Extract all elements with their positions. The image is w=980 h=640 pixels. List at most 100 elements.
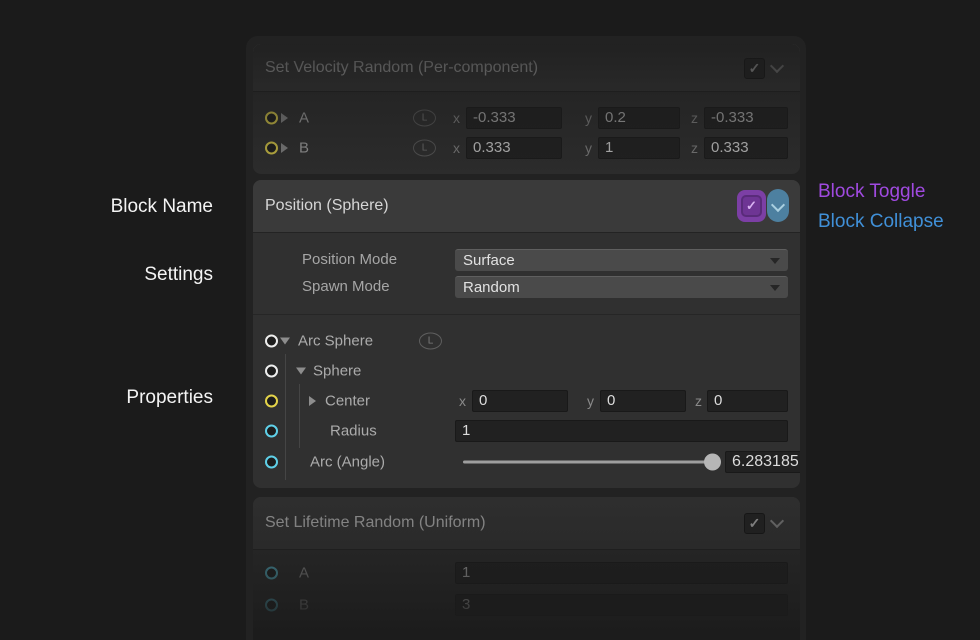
indent-guide bbox=[285, 384, 286, 418]
y-value-field[interactable]: 0 bbox=[600, 390, 686, 412]
annotation-block-name: Block Name bbox=[0, 196, 213, 218]
property-row-b: B 3 bbox=[253, 592, 800, 618]
y-value-field[interactable]: 0.2 bbox=[598, 107, 680, 129]
block-body: Position Mode Surface Spawn Mode Random … bbox=[253, 233, 800, 488]
indent-guide bbox=[285, 414, 286, 448]
port-icon[interactable] bbox=[265, 456, 278, 469]
property-row-a: A 1 bbox=[253, 560, 800, 586]
property-row-b: B L x 0.333 y 1 z 0.333 bbox=[253, 135, 800, 161]
property-label: Radius bbox=[330, 423, 377, 440]
arc-slider-handle[interactable] bbox=[704, 454, 721, 471]
dropdown-value: Random bbox=[463, 279, 520, 296]
expander-arrow-icon[interactable] bbox=[281, 113, 288, 123]
local-space-icon[interactable]: L bbox=[413, 140, 436, 157]
z-value-field[interactable]: 0 bbox=[707, 390, 788, 412]
expander-arrow-icon[interactable] bbox=[281, 143, 288, 153]
axis-y-label: y bbox=[585, 140, 592, 156]
chevron-down-icon[interactable] bbox=[770, 514, 784, 528]
x-value-field[interactable]: 0.333 bbox=[466, 137, 562, 159]
property-label: A bbox=[299, 110, 309, 127]
local-space-icon[interactable]: L bbox=[419, 333, 442, 350]
property-label: B bbox=[299, 140, 309, 157]
x-value-field[interactable]: -0.333 bbox=[466, 107, 562, 129]
block-title: Position (Sphere) bbox=[265, 197, 389, 215]
chevron-down-icon[interactable] bbox=[770, 59, 784, 73]
property-row-arc-angle: Arc (Angle) 6.283185 bbox=[253, 446, 800, 478]
port-icon[interactable] bbox=[265, 335, 278, 348]
position-mode-dropdown[interactable]: Surface bbox=[455, 249, 788, 271]
vfx-block-inspector: Set Velocity Random (Per-component) ✓ A … bbox=[0, 0, 980, 640]
block-position-sphere: Position (Sphere) ✓ Position Mode Surfac… bbox=[253, 180, 800, 488]
spawn-mode-dropdown[interactable]: Random bbox=[455, 276, 788, 298]
setting-label-spawn-mode: Spawn Mode bbox=[302, 276, 390, 298]
axis-x-label: x bbox=[459, 393, 466, 409]
indent-guide bbox=[299, 414, 300, 448]
setting-label-position-mode: Position Mode bbox=[302, 249, 397, 271]
block-header[interactable]: Position (Sphere) ✓ bbox=[253, 180, 800, 233]
arc-value-field[interactable]: 6.283185 bbox=[725, 451, 800, 473]
dropdown-arrow-icon bbox=[770, 258, 780, 264]
axis-z-label: z bbox=[691, 110, 698, 126]
block-body: A 1 B 3 bbox=[253, 550, 800, 640]
property-label: A bbox=[299, 565, 309, 582]
annotation-properties: Properties bbox=[0, 387, 213, 409]
y-value-field[interactable]: 1 bbox=[598, 137, 680, 159]
axis-x-label: x bbox=[453, 140, 460, 156]
property-row-sphere: Sphere bbox=[253, 356, 800, 386]
block-header[interactable]: Set Lifetime Random (Uniform) ✓ bbox=[253, 497, 800, 550]
port-icon[interactable] bbox=[265, 567, 278, 580]
property-row-radius: Radius 1 bbox=[253, 416, 800, 446]
property-label: B bbox=[299, 597, 309, 614]
arc-slider-track[interactable] bbox=[463, 461, 710, 464]
expander-arrow-icon[interactable] bbox=[309, 396, 316, 406]
expander-arrow-icon[interactable] bbox=[296, 368, 306, 375]
block-enable-checkbox[interactable]: ✓ bbox=[744, 513, 765, 534]
block-enable-checkbox[interactable]: ✓ bbox=[744, 58, 765, 79]
port-icon[interactable] bbox=[265, 365, 278, 378]
b-value-field[interactable]: 3 bbox=[455, 594, 788, 616]
axis-y-label: y bbox=[585, 110, 592, 126]
local-space-icon[interactable]: L bbox=[413, 110, 436, 127]
x-value-field[interactable]: 0 bbox=[472, 390, 568, 412]
port-icon[interactable] bbox=[265, 142, 278, 155]
property-row-center: Center x 0 y 0 z 0 bbox=[253, 386, 800, 416]
block-toggle-button[interactable]: ✓ bbox=[737, 190, 766, 222]
expander-arrow-icon[interactable] bbox=[280, 338, 290, 345]
axis-x-label: x bbox=[453, 110, 460, 126]
block-title: Set Velocity Random (Per-component) bbox=[265, 59, 538, 77]
property-label: Center bbox=[325, 393, 370, 410]
block-title: Set Lifetime Random (Uniform) bbox=[265, 514, 486, 532]
divider bbox=[253, 314, 800, 315]
check-icon: ✓ bbox=[741, 195, 762, 217]
axis-y-label: y bbox=[587, 393, 594, 409]
indent-guide bbox=[299, 384, 300, 418]
property-label: Arc Sphere bbox=[298, 333, 373, 350]
annotation-settings: Settings bbox=[0, 264, 213, 286]
port-icon[interactable] bbox=[265, 599, 278, 612]
radius-value-field[interactable]: 1 bbox=[455, 420, 788, 442]
block-set-velocity-random: Set Velocity Random (Per-component) ✓ A … bbox=[253, 44, 800, 174]
port-icon[interactable] bbox=[265, 395, 278, 408]
dropdown-arrow-icon bbox=[770, 285, 780, 291]
annotation-block-collapse: Block Collapse bbox=[818, 211, 944, 233]
z-value-field[interactable]: -0.333 bbox=[704, 107, 788, 129]
property-row-a: A L x -0.333 y 0.2 z -0.333 bbox=[253, 105, 800, 131]
port-icon[interactable] bbox=[265, 425, 278, 438]
property-label: Arc (Angle) bbox=[310, 454, 385, 471]
dropdown-value: Surface bbox=[463, 252, 515, 269]
chevron-down-icon bbox=[771, 198, 785, 212]
a-value-field[interactable]: 1 bbox=[455, 562, 788, 584]
axis-z-label: z bbox=[695, 393, 702, 409]
axis-z-label: z bbox=[691, 140, 698, 156]
block-collapse-button[interactable] bbox=[767, 189, 789, 222]
annotation-block-toggle: Block Toggle bbox=[818, 181, 925, 203]
property-row-arc-sphere: Arc Sphere L bbox=[253, 326, 800, 356]
block-set-lifetime-random: Set Lifetime Random (Uniform) ✓ A 1 B 3 bbox=[253, 497, 800, 640]
z-value-field[interactable]: 0.333 bbox=[704, 137, 788, 159]
block-body: A L x -0.333 y 0.2 z -0.333 B L x 0.333 … bbox=[253, 92, 800, 174]
port-icon[interactable] bbox=[265, 112, 278, 125]
property-label: Sphere bbox=[313, 363, 361, 380]
indent-guide bbox=[285, 354, 286, 388]
indent-guide bbox=[285, 444, 286, 480]
block-header[interactable]: Set Velocity Random (Per-component) ✓ bbox=[253, 44, 800, 92]
